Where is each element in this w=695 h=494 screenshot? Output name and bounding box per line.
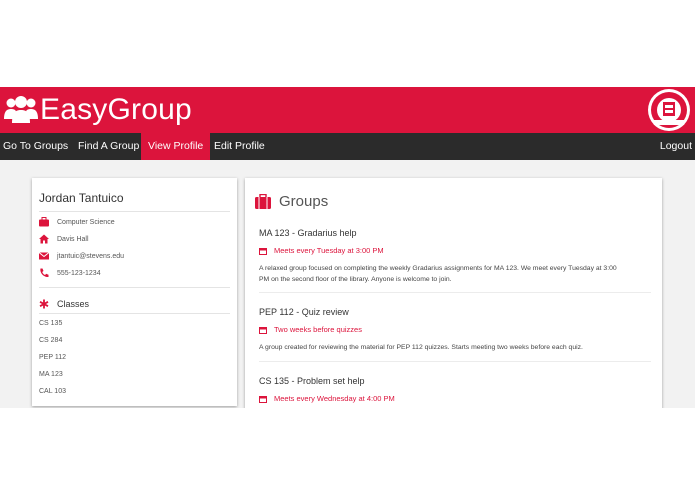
university-seal-icon [648,89,690,131]
phone-icon [40,268,49,278]
group-description-line: A group created for reviewing the materi… [259,344,583,351]
asterisk-icon [39,299,49,309]
profile-phone-row: 555-123-1234 [39,266,101,280]
calendar-icon [259,395,267,403]
classes-heading: Classes [39,297,89,311]
calendar-icon [259,326,267,334]
group-schedule-row: Meets every Tuesday at 3:00 PM [259,246,651,255]
group-name[interactable]: CS 135 - Problem set help [259,376,651,386]
group-schedule-row: Two weeks before quizzes [259,325,651,334]
group-schedule: Meets every Wednesday at 4:00 PM [274,394,395,403]
group-schedule: Meets every Tuesday at 3:00 PM [274,246,384,255]
class-item: PEP 112 [39,354,66,361]
home-icon [39,234,49,244]
nav-bar: Go To Groups Find A Group View Profile E… [0,133,695,160]
profile-residence: Davis Hall [57,235,89,243]
class-item: CS 284 [39,337,63,344]
divider [39,287,230,288]
profile-card: Jordan Tantuico Computer Science Davis H… [32,178,237,406]
main-content: Jordan Tantuico Computer Science Davis H… [0,160,695,408]
divider [259,292,651,293]
group-name[interactable]: PEP 112 - Quiz review [259,307,651,317]
profile-residence-row: Davis Hall [39,232,89,246]
logout-link[interactable]: Logout [653,133,695,160]
calendar-icon [259,247,267,255]
group-description-line: PM on the second floor of the library. A… [259,276,452,283]
groups-heading: Groups [255,190,328,212]
profile-phone: 555-123-1234 [57,269,101,277]
nav-find-a-group[interactable]: Find A Group [71,133,146,160]
page: EasyGroup Go To Groups Find A Group View… [0,0,695,494]
divider [259,361,651,362]
group-item[interactable]: CS 135 - Problem set help Meets every We… [259,376,651,403]
profile-major: Computer Science [57,218,115,226]
group-description-line: A relaxed group focused on completing th… [259,265,617,272]
nav-view-profile[interactable]: View Profile [141,133,211,160]
nav-edit-profile[interactable]: Edit Profile [207,133,272,160]
groups-card: Groups MA 123 - Gradarius help Meets eve… [245,178,662,408]
users-icon [4,96,38,123]
group-item[interactable]: MA 123 - Gradarius help Meets every Tues… [259,228,651,285]
class-item: CS 135 [39,320,63,327]
brand[interactable]: EasyGroup [4,90,192,130]
nav-go-to-groups[interactable]: Go To Groups [0,133,75,160]
divider [39,211,230,212]
header-bar: EasyGroup [0,87,695,133]
envelope-icon [39,252,49,260]
classes-title: Classes [57,299,90,309]
class-item: CAL 103 [39,388,66,395]
profile-major-row: Computer Science [39,215,115,229]
groups-title: Groups [279,192,329,210]
class-item: MA 123 [39,371,63,378]
profile-name: Jordan Tantuico [39,191,124,205]
profile-email[interactable]: jtantuic@stevens.edu [57,253,124,260]
briefcase-icon [255,193,271,209]
divider [39,313,230,314]
profile-email-row: jtantuic@stevens.edu [39,249,124,263]
brand-name: EasyGroup [40,93,192,126]
group-item[interactable]: PEP 112 - Quiz review Two weeks before q… [259,307,651,353]
group-schedule: Two weeks before quizzes [274,325,362,334]
briefcase-icon [39,217,49,227]
group-name[interactable]: MA 123 - Gradarius help [259,228,651,238]
group-description: A group created for reviewing the materi… [259,342,651,353]
group-schedule-row: Meets every Wednesday at 4:00 PM [259,394,651,403]
group-description: A relaxed group focused on completing th… [259,263,651,285]
